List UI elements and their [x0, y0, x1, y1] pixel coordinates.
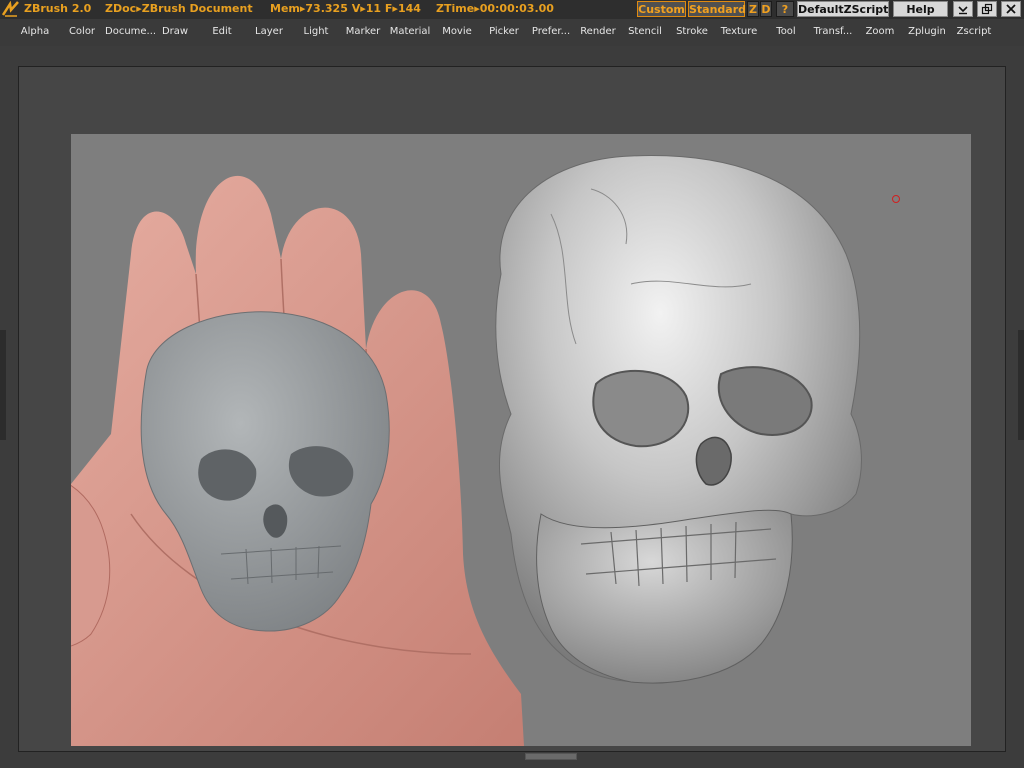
d-button[interactable]: D — [760, 1, 772, 17]
menu-stroke[interactable]: Stroke — [668, 26, 716, 37]
right-tray-handle[interactable] — [1018, 330, 1024, 440]
doc-label: ZDoc — [105, 2, 137, 15]
doc-info: ZDoc▸ZBrush Document — [105, 2, 253, 15]
horizontal-scrollbar[interactable] — [525, 753, 577, 760]
ztime-info: ZTime▸00:00:03.00 — [436, 2, 554, 15]
menu-marker[interactable]: Marker — [339, 26, 387, 37]
ztime-label: ZTime — [436, 2, 475, 15]
menu-stencil[interactable]: Stencil — [621, 26, 669, 37]
custom-button[interactable]: Custom — [637, 1, 686, 17]
menu-edit[interactable]: Edit — [198, 26, 246, 37]
document-canvas[interactable] — [71, 134, 971, 746]
f-value: 144 — [397, 2, 421, 15]
doc-name: ZBrush Document — [141, 2, 253, 15]
menu-zoom[interactable]: Zoom — [856, 26, 904, 37]
menu-zscript[interactable]: Zscript — [950, 26, 998, 37]
left-tray-handle[interactable] — [0, 330, 6, 440]
menu-picker[interactable]: Picker — [480, 26, 528, 37]
restore-button[interactable] — [977, 1, 997, 17]
menu-material[interactable]: Material — [386, 26, 434, 37]
menu-color[interactable]: Color — [58, 26, 106, 37]
menu-preferences[interactable]: Prefer... — [527, 26, 575, 37]
help-button[interactable]: Help — [893, 1, 948, 17]
minimize-icon — [958, 6, 968, 15]
z-button[interactable]: Z — [747, 1, 759, 17]
mem-value: 73.325 — [305, 2, 348, 15]
menu-transform[interactable]: Transf... — [809, 26, 857, 37]
menu-movie[interactable]: Movie — [433, 26, 481, 37]
memory-info: Mem▸73.325 V▸11 F▸144 — [270, 2, 421, 15]
menu-zplugin[interactable]: Zplugin — [903, 26, 951, 37]
close-icon — [1006, 4, 1016, 14]
menu-alpha[interactable]: Alpha — [11, 26, 59, 37]
menu-layer[interactable]: Layer — [245, 26, 293, 37]
v-value: 11 — [365, 2, 382, 15]
ztime-value: 00:00:03.00 — [479, 2, 554, 15]
menu-document[interactable]: Docume... — [105, 26, 156, 37]
title-bar: ZBrush 2.0 ZDoc▸ZBrush Document Mem▸73.3… — [0, 0, 1024, 19]
menu-texture[interactable]: Texture — [715, 26, 763, 37]
restore-icon — [981, 3, 993, 15]
standard-button[interactable]: Standard — [688, 1, 746, 17]
menu-bar: Alpha Color Docume... Draw Edit Layer Li… — [0, 19, 1024, 46]
minimize-button[interactable] — [953, 1, 973, 17]
menu-light[interactable]: Light — [292, 26, 340, 37]
hand-with-skull-photo — [71, 175, 524, 746]
app-title: ZBrush 2.0 — [24, 2, 92, 15]
help-question-button[interactable]: ? — [776, 1, 794, 17]
menu-tool[interactable]: Tool — [762, 26, 810, 37]
menu-render[interactable]: Render — [574, 26, 622, 37]
transpose-marker[interactable] — [892, 195, 900, 203]
default-zscript-button[interactable]: DefaultZScript — [797, 1, 889, 17]
zbrush-logo-icon — [2, 1, 19, 17]
menu-draw[interactable]: Draw — [151, 26, 199, 37]
v-label: V — [351, 2, 361, 15]
mem-label: Mem — [270, 2, 300, 15]
close-button[interactable] — [1001, 1, 1021, 17]
